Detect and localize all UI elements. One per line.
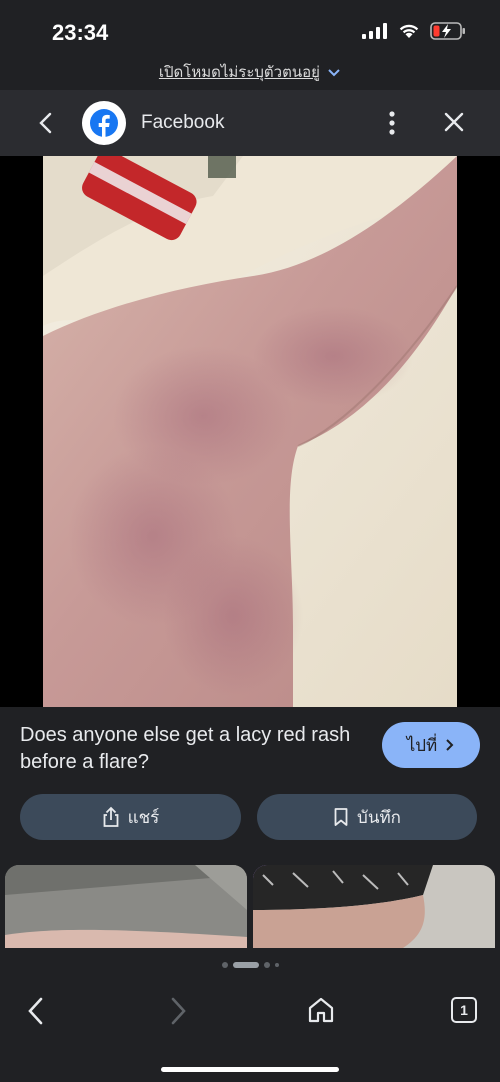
share-icon bbox=[103, 806, 119, 827]
visit-label: ไปที่ bbox=[406, 735, 438, 755]
related-image-thumb[interactable] bbox=[5, 865, 247, 948]
viewer-toolbar: Facebook bbox=[0, 90, 500, 156]
wifi-icon bbox=[399, 24, 419, 38]
back-button[interactable] bbox=[34, 110, 58, 141]
chevron-down-icon bbox=[328, 69, 340, 77]
home-icon bbox=[308, 997, 334, 1023]
arrow-back-icon bbox=[28, 997, 43, 1025]
back-chevron-icon bbox=[39, 112, 52, 134]
incognito-label: เปิดโหมดไม่ระบุตัวตนอยู่ bbox=[158, 64, 320, 81]
home-indicator bbox=[161, 1067, 339, 1072]
result-caption: Does anyone else get a lacy red rash bef… bbox=[20, 724, 351, 773]
tabs-button[interactable]: 1 bbox=[451, 997, 477, 1023]
facebook-logo-icon bbox=[90, 109, 118, 137]
save-button[interactable]: บันทึก bbox=[257, 794, 477, 840]
pager-dot bbox=[274, 963, 279, 967]
tab-count: 1 bbox=[460, 1002, 468, 1018]
clock: 23:34 bbox=[52, 20, 109, 45]
close-button[interactable] bbox=[443, 111, 465, 138]
pager-dot bbox=[263, 962, 270, 968]
incognito-notice[interactable]: เปิดโหมดไม่ระบุตัวตนอยู่ bbox=[0, 60, 500, 90]
status-icons bbox=[362, 22, 466, 40]
more-options-button[interactable] bbox=[386, 110, 398, 141]
rash-leg-photo bbox=[43, 156, 457, 707]
battery-low-charging-icon bbox=[430, 22, 465, 40]
share-label: แชร์ bbox=[127, 807, 160, 827]
site-name[interactable]: Facebook bbox=[141, 112, 224, 134]
pager-indicator bbox=[0, 958, 500, 972]
cellular-signal-icon bbox=[362, 23, 387, 39]
share-button[interactable]: แชร์ bbox=[20, 794, 241, 840]
related-image-thumb[interactable] bbox=[253, 865, 495, 948]
save-label: บันทึก bbox=[357, 807, 401, 827]
home-button[interactable] bbox=[307, 996, 335, 1029]
pager-dot-active bbox=[232, 962, 259, 968]
visit-button[interactable]: ไปที่ bbox=[382, 722, 480, 768]
more-vert-icon bbox=[389, 111, 395, 135]
related-image-2 bbox=[253, 865, 495, 948]
related-images bbox=[0, 865, 500, 948]
image-viewer[interactable] bbox=[0, 156, 500, 707]
nav-forward-button[interactable] bbox=[166, 996, 190, 1031]
close-icon bbox=[444, 112, 464, 132]
pager-dot bbox=[221, 962, 228, 968]
result-photo bbox=[43, 156, 457, 707]
site-favicon bbox=[82, 101, 126, 145]
related-image-1 bbox=[5, 865, 247, 948]
bookmark-icon bbox=[334, 808, 348, 826]
status-bar: 23:34 bbox=[0, 0, 500, 60]
arrow-forward-icon bbox=[171, 997, 186, 1025]
chevron-right-icon bbox=[446, 739, 454, 751]
nav-back-button[interactable] bbox=[24, 996, 48, 1031]
